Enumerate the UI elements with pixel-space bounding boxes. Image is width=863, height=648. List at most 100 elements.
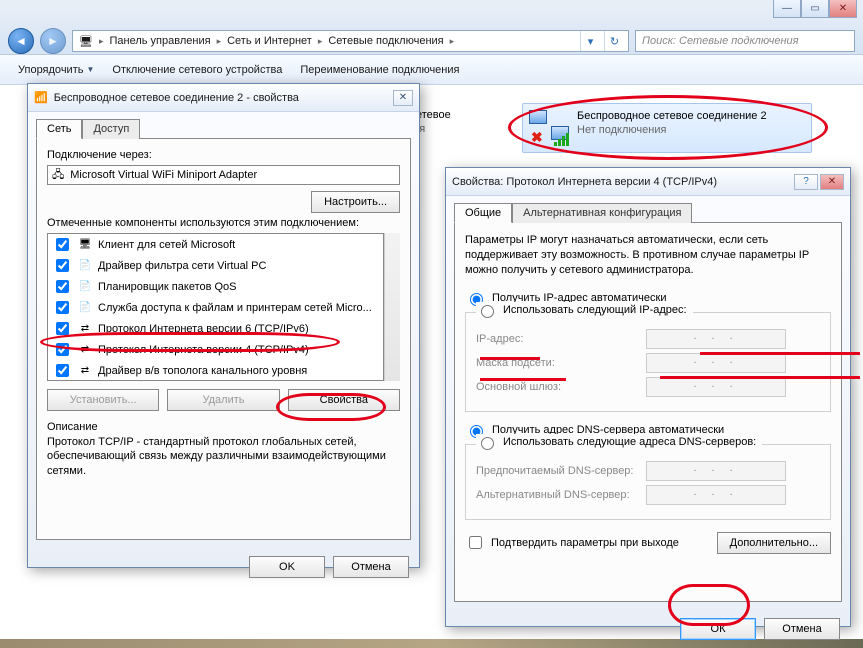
subnet-mask-label: Маска подсети: [476,357,646,369]
component-checkbox[interactable] [56,364,69,377]
ok-button[interactable]: ОК [680,618,756,640]
service-icon: 📄 [78,301,92,315]
install-button[interactable]: Установить... [47,389,159,411]
connection-name: Беспроводное сетевое соединение 2 [577,110,767,124]
disable-device-button[interactable]: Отключение сетевого устройства [104,61,290,79]
disconnected-icon: ✖ [531,129,543,146]
connection-status: Нет подключения [577,124,767,138]
cancel-button[interactable]: Отмена [764,618,840,640]
protocol-icon: ⇄ [78,343,92,357]
search-input[interactable]: Поиск: Сетевые подключения [635,30,855,52]
tab-network[interactable]: Сеть [36,119,82,139]
help-icon[interactable]: ? [794,174,818,190]
ip-manual-radio[interactable] [481,305,494,318]
explorer-toolbar: Упорядочить▼ Отключение сетевого устройс… [0,55,863,85]
tab-general[interactable]: Общие [454,203,512,223]
protocol-icon: ⇄ [78,322,92,336]
service-icon: 📄 [78,280,92,294]
dialog-title: Беспроводное сетевое соединение 2 - свой… [54,92,387,104]
adapter-icon: 🖧 [52,166,64,185]
subnet-mask-field: . . . [646,353,786,373]
component-label: Драйвер в/в тополога канального уровня [98,365,307,377]
confirm-on-exit-checkbox[interactable] [469,536,482,549]
list-item[interactable]: ⇄ Драйвер в/в тополога канального уровня [48,360,383,381]
ip-manual-label: Использовать следующий IP-адрес: [503,304,687,316]
dns-manual-label: Использовать следующие адреса DNS-сервер… [503,436,756,448]
ip-address-label: IP-адрес: [476,333,646,345]
tab-access[interactable]: Доступ [82,119,140,139]
connection-tile-selected[interactable]: ✖ Беспроводное сетевое соединение 2 Нет … [522,103,812,153]
dns1-label: Предпочитаемый DNS-сервер: [476,465,646,477]
properties-button[interactable]: Свойства [288,389,400,411]
ipv4-properties-dialog: Свойства: Протокол Интернета версии 4 (T… [445,167,851,627]
component-label: Служба доступа к файлам и принтерам сете… [98,302,372,314]
list-item[interactable]: 📄 Драйвер фильтра сети Virtual PC [48,255,383,276]
client-icon: 🖥 [78,238,92,252]
component-checkbox[interactable] [56,238,69,251]
component-checkbox[interactable] [56,301,69,314]
component-label: Планировщик пакетов QoS [98,281,237,293]
breadcrumb[interactable]: Сетевые подключения [326,35,445,47]
ok-button[interactable]: OK [249,556,325,578]
dialog-titlebar[interactable]: 📶 Беспроводное сетевое соединение 2 - св… [28,84,419,112]
breadcrumb[interactable]: Панель управления [108,35,213,47]
rename-connection-button[interactable]: Переименование подключения [292,61,467,79]
maximize-button[interactable]: ▭ [801,0,829,18]
explorer-titlebar: — ▭ ✕ ◄ ► 🖥 ▸ Панель управления ▸ Сеть и… [0,0,863,55]
list-item[interactable]: ⇄ Протокол Интернета версии 6 (TCP/IPv6) [48,318,383,339]
computer-icon: 🖥 [77,35,95,48]
protocol-icon: ⇄ [78,364,92,378]
nav-forward-icon[interactable]: ► [40,28,66,54]
dialog-title: Свойства: Протокол Интернета версии 4 (T… [452,176,788,188]
components-label: Отмеченные компоненты используются этим … [47,217,400,229]
ip-address-field: . . . [646,329,786,349]
close-icon[interactable]: ✕ [393,90,413,106]
dialog-titlebar[interactable]: Свойства: Протокол Интернета версии 4 (T… [446,168,850,196]
intro-text: Параметры IP могут назначаться автоматич… [465,233,831,278]
component-label: Протокол Интернета версии 4 (TCP/IPv4) [98,344,309,356]
search-placeholder: Поиск: Сетевые подключения [642,35,799,47]
dns1-field: . . . [646,461,786,481]
configure-button[interactable]: Настроить... [311,191,400,213]
nav-back-icon[interactable]: ◄ [8,28,34,54]
tab-alternate-config[interactable]: Альтернативная конфигурация [512,203,692,223]
list-item[interactable]: 📄 Служба доступа к файлам и принтерам сет… [48,297,383,318]
address-bar[interactable]: 🖥 ▸ Панель управления ▸ Сеть и Интернет … [72,30,629,52]
close-button[interactable]: ✕ [829,0,857,18]
description-label: Описание [47,421,400,433]
breadcrumb[interactable]: Сеть и Интернет [225,35,314,47]
gateway-label: Основной шлюз: [476,381,646,393]
cancel-button[interactable]: Отмена [333,556,409,578]
refresh-icon[interactable]: ↻ [604,31,624,51]
dns2-field: . . . [646,485,786,505]
component-label: Клиент для сетей Microsoft [98,239,235,251]
component-checkbox[interactable] [56,322,69,335]
confirm-on-exit-label: Подтвердить параметры при выходе [491,537,679,549]
service-icon: 📄 [78,259,92,273]
gateway-field: . . . [646,377,786,397]
minimize-button[interactable]: — [773,0,801,18]
advanced-button[interactable]: Дополнительно... [717,532,831,554]
component-checkbox[interactable] [56,259,69,272]
wifi-signal-icon [554,133,569,146]
dns2-label: Альтернативный DNS-сервер: [476,489,646,501]
organize-menu[interactable]: Упорядочить▼ [10,61,102,79]
list-item[interactable]: 🖥 Клиент для сетей Microsoft [48,234,383,255]
component-label: Протокол Интернета версии 6 (TCP/IPv6) [98,323,309,335]
network-icon: 📶 [34,91,48,104]
scrollbar[interactable] [384,233,400,381]
connection-icon: ✖ [529,110,569,146]
connection-properties-dialog: 📶 Беспроводное сетевое соединение 2 - св… [27,83,420,568]
list-item[interactable]: 📄 Планировщик пакетов QoS [48,276,383,297]
close-icon[interactable]: ✕ [820,174,844,190]
component-checkbox[interactable] [56,280,69,293]
component-checkbox[interactable] [56,343,69,356]
adapter-field: 🖧 Microsoft Virtual WiFi Miniport Adapte… [47,165,400,185]
description-text: Протокол TCP/IP - стандартный протокол г… [47,435,400,478]
uninstall-button[interactable]: Удалить [167,389,279,411]
component-label: Драйвер фильтра сети Virtual PC [98,260,266,272]
dropdown-icon[interactable]: ▾ [580,31,600,51]
components-listbox[interactable]: 🖥 Клиент для сетей Microsoft 📄 Драйвер фил… [47,233,384,381]
dns-manual-radio[interactable] [481,437,494,450]
list-item-selected[interactable]: ⇄ Протокол Интернета версии 4 (TCP/IPv4) [48,339,383,360]
